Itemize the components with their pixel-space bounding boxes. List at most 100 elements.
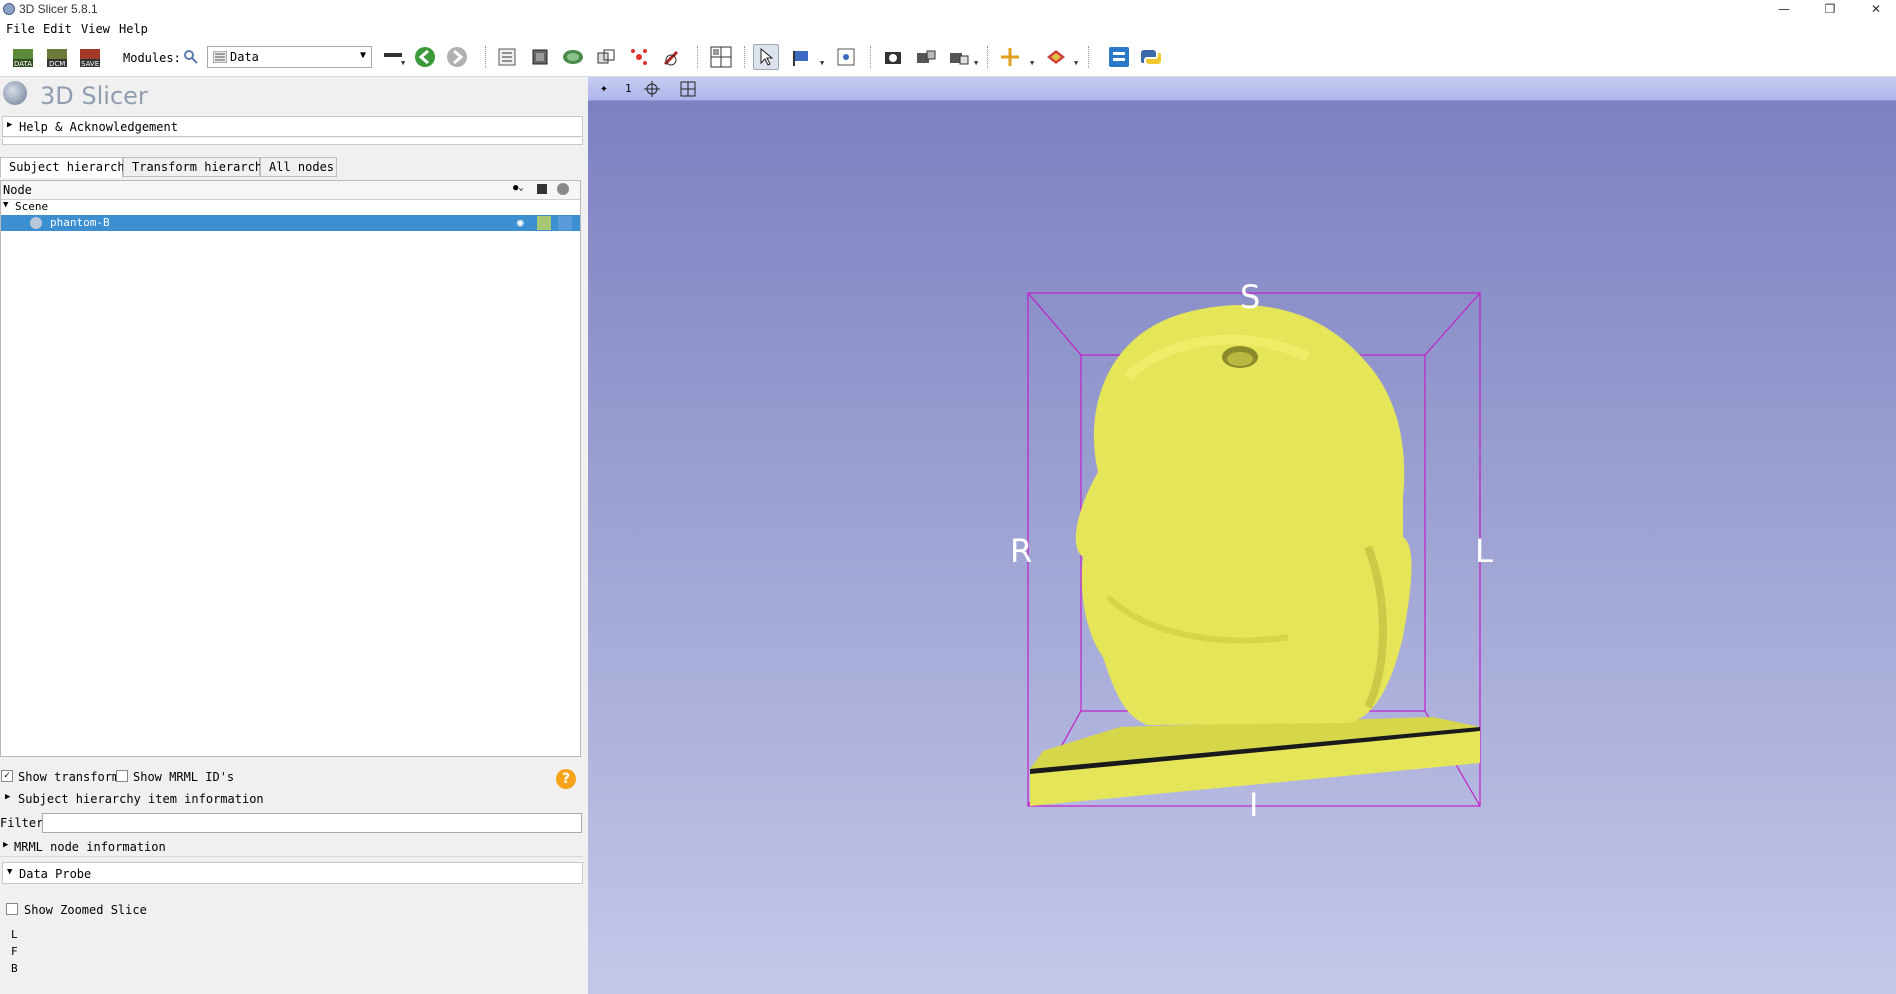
visibility-column-icon[interactable]: ●⌄: [513, 183, 524, 193]
color-column-icon[interactable]: [537, 184, 547, 194]
help-section[interactable]: ▶ Help & Acknowledgement: [2, 116, 583, 137]
module-selector[interactable]: Data ▼: [207, 46, 372, 68]
scene-view-icon[interactable]: [913, 44, 939, 70]
tab-transform-hierarchy[interactable]: Transform hierarchy: [123, 157, 269, 177]
tree-row-scene[interactable]: ▼ Scene: [1, 200, 580, 214]
tab-all-nodes[interactable]: All nodes: [260, 157, 337, 177]
model-head: [1075, 305, 1412, 725]
orientation-label-superior: S: [1240, 278, 1261, 316]
slicer-logo-icon: [3, 81, 27, 105]
menu-help[interactable]: Help: [119, 22, 148, 36]
layout-icon[interactable]: [708, 44, 734, 70]
tree-header: Node ●⌄: [1, 181, 580, 200]
probe-line-f: F: [11, 945, 18, 958]
intersections-dropdown-icon[interactable]: ▼: [1074, 59, 1078, 67]
show-zoomed-slice-checkbox[interactable]: [6, 903, 18, 915]
svg-text:DATA: DATA: [14, 60, 32, 68]
scene-label: Scene: [15, 200, 49, 213]
toolbar-separator: [697, 46, 698, 68]
svg-text:SAVE: SAVE: [81, 60, 99, 68]
place-dropdown-icon[interactable]: ▼: [820, 59, 824, 67]
probe-line-l: L: [11, 928, 18, 941]
forward-arrow-icon[interactable]: [444, 44, 470, 70]
select-pointer-icon[interactable]: [753, 44, 779, 70]
module-panel: 3D Slicer ▶ Help & Acknowledgement Subje…: [0, 77, 588, 994]
help-section-label: Help & Acknowledgement: [19, 120, 178, 134]
collapse-arrow-icon[interactable]: ▼: [3, 200, 8, 210]
tree-row-phantom[interactable]: phantom-B ◉: [1, 215, 580, 231]
place-fiducial-icon[interactable]: [789, 44, 815, 70]
subject-hierarchy-tree[interactable]: Node ●⌄ ▼ Scene phantom-B ◉: [0, 180, 581, 757]
mrml-info-label: MRML node information: [14, 840, 166, 854]
toolbar-separator: [870, 46, 871, 68]
toolbar-separator: [744, 46, 745, 68]
models-icon[interactable]: [560, 44, 586, 70]
toolbar-separator: [987, 46, 988, 68]
show-mrml-ids-checkbox[interactable]: [116, 770, 128, 782]
orientation-label-left: L: [1475, 532, 1493, 570]
data-probe-label: Data Probe: [19, 867, 92, 881]
save-icon[interactable]: SAVE: [77, 44, 103, 70]
segment-editor-icon[interactable]: [659, 44, 685, 70]
modules-label: Modules:: [123, 51, 181, 65]
data-module-icon[interactable]: [494, 44, 520, 70]
tree-header-node: Node: [3, 183, 32, 197]
markups-icon[interactable]: [626, 44, 652, 70]
node-transform-cell[interactable]: [558, 216, 572, 230]
restore-icon[interactable]: ❐: [1810, 0, 1850, 19]
orientation-label-right: R: [1010, 532, 1033, 570]
minimize-icon[interactable]: —: [1764, 0, 1804, 19]
crosshair-grid-icon[interactable]: [833, 44, 859, 70]
3d-scene[interactable]: [588, 77, 1896, 994]
menu-edit[interactable]: Edit: [43, 22, 72, 36]
node-color-swatch[interactable]: [537, 216, 551, 230]
menu-view[interactable]: View: [81, 22, 110, 36]
scene-dropdown-icon[interactable]: ▼: [974, 59, 978, 67]
3d-view[interactable]: ✦ 1 S R L I: [588, 77, 1896, 994]
subject-info-section[interactable]: ▶ Subject hierarchy item information: [0, 789, 583, 809]
toolbar-separator: [1088, 46, 1089, 68]
python-console-icon[interactable]: [1138, 44, 1164, 70]
collapse-arrow-icon: ▼: [7, 867, 13, 877]
show-zoomed-slice-label: Show Zoomed Slice: [24, 903, 147, 917]
menu-file[interactable]: File: [6, 22, 35, 36]
probe-line-b: B: [11, 962, 18, 975]
screenshot-icon[interactable]: [880, 44, 906, 70]
filter-input[interactable]: [42, 813, 582, 833]
module-selector-value: Data: [230, 50, 259, 64]
extensions-manager-icon[interactable]: [1106, 44, 1132, 70]
module-history-dropdown-icon[interactable]: ▼: [401, 59, 405, 67]
slice-intersections-icon[interactable]: [1043, 44, 1069, 70]
back-arrow-icon[interactable]: [412, 44, 438, 70]
show-transforms-checkbox[interactable]: ✓: [1, 770, 13, 782]
crosshair-dropdown-icon[interactable]: ▼: [1030, 59, 1034, 67]
mrml-info-section[interactable]: ▶ MRML node information: [0, 837, 583, 857]
help-icon[interactable]: ?: [556, 769, 576, 789]
window-title: 3D Slicer 5.8.1: [19, 2, 98, 16]
tab-subject-hierarchy[interactable]: Subject hierarchy: [0, 157, 132, 178]
transforms-icon[interactable]: [593, 44, 619, 70]
eye-visibility-icon[interactable]: ◉: [517, 216, 524, 229]
data-module-icon: [213, 51, 227, 63]
module-search-icon[interactable]: [178, 44, 204, 70]
transform-column-icon[interactable]: [557, 183, 569, 195]
dcm-icon[interactable]: DCM: [44, 44, 70, 70]
subject-info-label: Subject hierarchy item information: [18, 792, 264, 806]
crosshair-icon[interactable]: [997, 44, 1023, 70]
hierarchy-tabs: Subject hierarchy Transform hierarchy Al…: [0, 157, 588, 178]
volumes-icon[interactable]: [527, 44, 553, 70]
svg-text:DCM: DCM: [49, 60, 65, 68]
model-node-icon: [30, 217, 42, 229]
close-icon[interactable]: ✕: [1856, 0, 1896, 19]
app-icon: [3, 3, 15, 15]
expand-arrow-icon: ▶: [5, 792, 11, 802]
scene-restore-icon[interactable]: [946, 44, 972, 70]
orientation-label-inferior: I: [1249, 786, 1259, 824]
toolbar-separator: [485, 46, 486, 68]
show-mrml-ids-label: Show MRML ID's: [133, 770, 235, 784]
data-probe-section[interactable]: ▼ Data Probe: [2, 862, 583, 884]
title-bar: 3D Slicer 5.8.1 — ❐ ✕: [0, 0, 1896, 19]
load-data-icon[interactable]: DATA: [10, 44, 36, 70]
menu-bar: File Edit View Help: [0, 19, 1896, 39]
chevron-down-icon: ▼: [359, 50, 366, 61]
